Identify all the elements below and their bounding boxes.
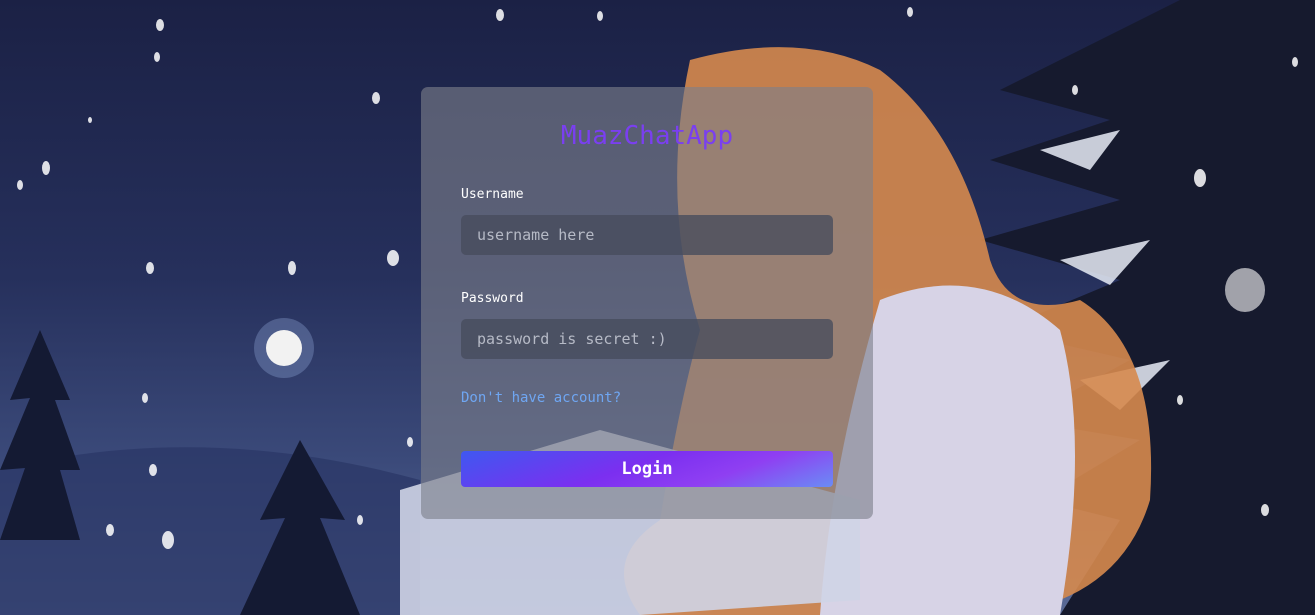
password-input[interactable] <box>461 319 833 359</box>
login-button[interactable]: Login <box>461 451 833 487</box>
password-label: Password <box>461 291 524 306</box>
username-label: Username <box>461 187 524 202</box>
username-input[interactable] <box>461 215 833 255</box>
app-title: MuazChatApp <box>560 121 734 151</box>
register-link[interactable]: Don't have account? <box>461 390 621 406</box>
moon <box>266 330 302 366</box>
pine-tree-left <box>0 330 80 540</box>
login-card: MuazChatApp Username Password Don't have… <box>421 87 873 519</box>
